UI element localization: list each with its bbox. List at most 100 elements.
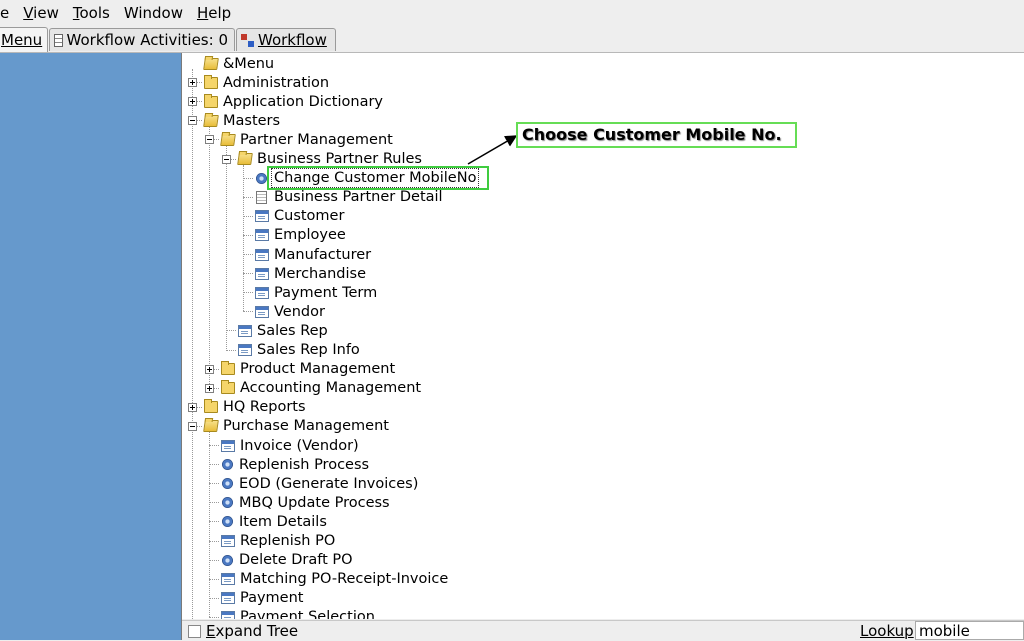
tree-node[interactable]: Payment <box>221 589 305 608</box>
menu-window[interactable]: Window <box>117 0 190 26</box>
tree-node-label: Replenish Process <box>239 456 370 473</box>
tree-node[interactable]: Invoice (Vendor) <box>221 436 361 455</box>
menu-help[interactable]: Help <box>190 0 238 26</box>
tree-connector <box>209 483 219 485</box>
tree-node-label: Replenish PO <box>240 533 336 549</box>
tree-connector <box>209 540 219 542</box>
tree-connector <box>209 521 219 523</box>
tree-node-label: Invoice (Vendor) <box>240 437 359 454</box>
tree-connector <box>209 431 210 617</box>
tree-node[interactable]: Partner Management <box>220 130 395 149</box>
tree-node[interactable]: Payment Selection <box>221 608 377 619</box>
tree-node[interactable]: Product Management <box>221 360 397 379</box>
menu-help-mnemonic: H <box>196 4 209 22</box>
menu-tools[interactable]: Tools <box>66 0 117 26</box>
process-gear-icon <box>222 459 233 471</box>
tree-node[interactable]: Masters <box>203 111 282 130</box>
table-icon <box>54 33 63 47</box>
expand-toggle-icon[interactable] <box>188 78 197 88</box>
tree-node[interactable]: Matching PO-Receipt-Invoice <box>221 570 450 589</box>
menu-file[interactable]: e <box>0 0 16 26</box>
expand-toggle-icon[interactable] <box>205 364 214 374</box>
tree-node[interactable]: Customer <box>255 207 346 226</box>
tree-node[interactable]: Item Details <box>221 512 329 531</box>
tree-node-label: Vendor <box>274 303 325 320</box>
tree-node[interactable]: Application Dictionary <box>204 92 385 111</box>
tree-node[interactable]: Replenish PO <box>221 532 337 551</box>
lookup-input[interactable] <box>915 621 1024 640</box>
tree-node[interactable]: Accounting Management <box>221 379 423 398</box>
tree-node[interactable]: Vendor <box>255 302 327 321</box>
collapse-toggle-icon[interactable] <box>188 421 197 431</box>
folder-icon <box>204 74 218 89</box>
expand-tree-checkbox[interactable] <box>188 624 201 638</box>
tab-workflow[interactable]: Workflow <box>236 28 336 51</box>
tree-node[interactable]: Sales Rep Info <box>238 341 362 360</box>
tree-node[interactable]: Sales Rep <box>238 321 330 340</box>
tree-connector <box>209 126 210 388</box>
window-icon <box>221 535 235 547</box>
tree-node-label: EOD (Generate Invoices) <box>239 475 419 492</box>
process-gear-icon <box>256 172 267 184</box>
tree-connector <box>243 234 253 236</box>
tree-node[interactable]: Delete Draft PO <box>221 551 355 570</box>
tab-workflow-activities-label: Workflow Activities: 0 <box>66 31 228 49</box>
tree-node[interactable]: EOD (Generate Invoices) <box>221 474 420 493</box>
tree-node[interactable]: &Menu <box>203 54 276 73</box>
folder-icon <box>204 399 218 414</box>
selection-highlight <box>267 165 489 190</box>
tree-node[interactable]: Payment Term <box>255 283 379 302</box>
collapse-toggle-icon[interactable] <box>222 154 231 164</box>
tree-node[interactable]: HQ Reports <box>204 398 308 417</box>
tree-connector <box>209 502 219 504</box>
window-icon <box>255 267 269 280</box>
collapse-toggle-icon[interactable] <box>188 116 197 126</box>
tree-node[interactable]: Manufacturer <box>255 245 373 264</box>
tree-node-label: Business Partner Detail <box>274 189 443 206</box>
tree-node[interactable]: Merchandise <box>255 264 368 283</box>
tree-node-label: Payment Selection <box>240 609 375 619</box>
tree-connector <box>192 69 193 619</box>
tree-connector <box>243 273 253 275</box>
tree-connector <box>243 177 253 179</box>
folder-open-icon <box>220 133 236 146</box>
tree-node[interactable]: Replenish Process <box>221 455 371 474</box>
window-icon <box>221 611 235 619</box>
process-gear-icon <box>222 554 233 566</box>
tree-node[interactable]: Business Partner Detail <box>255 188 445 207</box>
tree-connector <box>243 196 253 198</box>
menu-view[interactable]: View <box>16 0 66 26</box>
tree-node-label: Merchandise <box>274 265 367 282</box>
tab-workflow-activities[interactable]: Workflow Activities: 0 <box>49 28 235 51</box>
folder-icon <box>221 361 235 376</box>
tree-node[interactable]: Employee <box>255 226 348 245</box>
tree-node[interactable]: MBQ Update Process <box>221 493 392 512</box>
tree-connector <box>209 559 219 561</box>
window-icon <box>255 229 269 242</box>
tree-node-label: Application Dictionary <box>223 93 383 110</box>
tab-strip: Menu Workflow Activities: 0 Workflow <box>0 26 1024 53</box>
tree-node-label: Partner Management <box>240 131 393 148</box>
tab-menu[interactable]: Menu <box>0 27 48 52</box>
expand-toggle-icon[interactable] <box>188 402 197 412</box>
process-gear-icon <box>222 497 233 509</box>
tree-node[interactable]: Purchase Management <box>203 417 391 436</box>
tree-node[interactable]: Administration <box>204 73 331 92</box>
tree-node-label: Sales Rep <box>257 322 328 339</box>
expand-tree-rest: xpand Tree <box>215 622 299 640</box>
expand-toggle-icon[interactable] <box>205 383 214 393</box>
tree-connector <box>209 616 219 618</box>
window-icon <box>255 248 269 261</box>
tree-node-label: MBQ Update Process <box>239 494 390 511</box>
tree-node-label: Accounting Management <box>240 380 422 397</box>
expand-toggle-icon[interactable] <box>188 97 197 107</box>
tree-node-label: Delete Draft PO <box>239 552 353 569</box>
tree-node-label: Masters <box>223 112 281 129</box>
tree-node-label: Payment Term <box>274 284 378 301</box>
tree-connector <box>243 164 244 312</box>
window-icon <box>255 210 269 223</box>
tree-connector <box>243 292 253 294</box>
collapse-toggle-icon[interactable] <box>205 135 214 145</box>
folder-open-icon <box>237 153 253 165</box>
expand-tree-label[interactable]: Expand Tree <box>206 622 298 640</box>
